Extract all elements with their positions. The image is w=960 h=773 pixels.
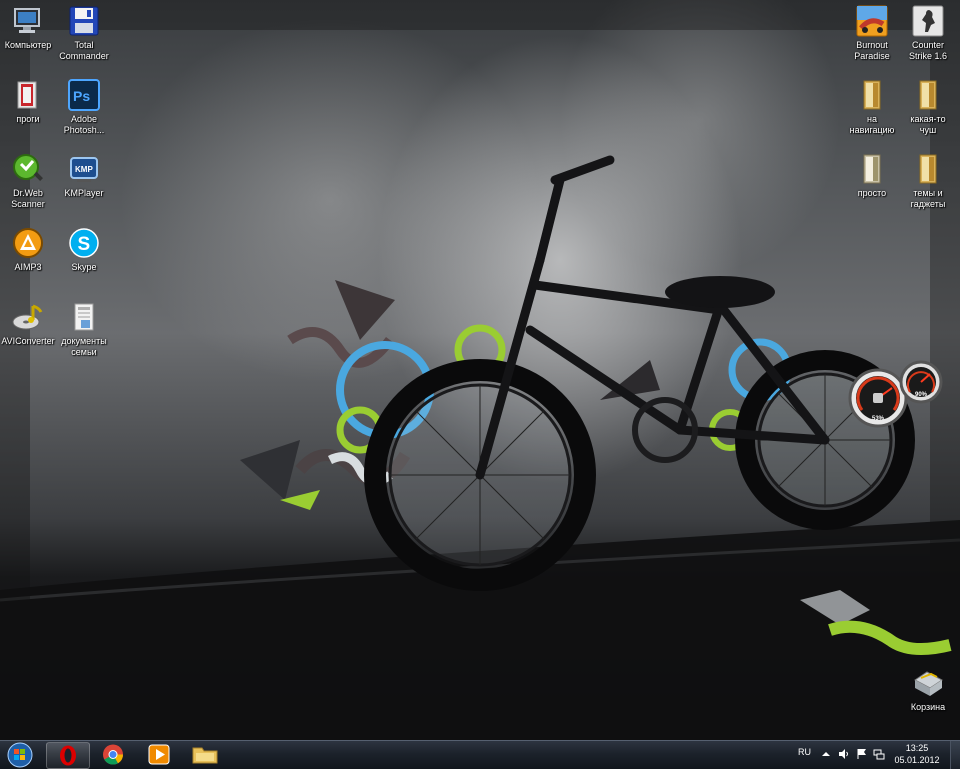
desktop-icon-recycle-bin[interactable]: Корзина — [892, 666, 960, 713]
disc-music-icon — [11, 300, 45, 334]
folder-documents-icon — [67, 300, 101, 334]
desktop-icon-label: Корзина — [910, 702, 946, 712]
media-player-icon — [148, 744, 170, 765]
wallpaper-image — [0, 0, 960, 740]
chrome-icon — [103, 744, 124, 765]
taskbar-explorer-button[interactable] — [184, 742, 226, 767]
taskbar-opera-button[interactable] — [46, 742, 90, 769]
taskbar-media-player-button[interactable] — [138, 742, 180, 767]
desktop-icon-label: какая-то чуш — [910, 114, 946, 135]
desktop-icon-family-docs[interactable]: документы семьи — [48, 300, 120, 358]
desktop-icon-label: KMPlayer — [64, 188, 104, 198]
taskbar-chrome-button[interactable] — [92, 742, 134, 767]
desktop-icon-photoshop[interactable]: Ps Adobe Photosh... — [48, 78, 120, 136]
svg-text:Ps: Ps — [73, 88, 90, 104]
gauge-dials — [848, 360, 943, 428]
desktop-icon-counter-strike[interactable]: Counter Strike 1.6 — [892, 4, 960, 62]
network-icon[interactable] — [873, 748, 885, 760]
folder-icon — [855, 152, 889, 186]
memory-percent-text: 90% — [915, 392, 928, 398]
action-center-flag-icon[interactable] — [856, 748, 868, 760]
language-indicator[interactable]: RU — [798, 747, 811, 757]
folder-icon — [855, 78, 889, 112]
clock-date: 05.01.2012 — [894, 755, 940, 765]
taskbar: RU 13:25 05.01.2012 — [0, 740, 960, 769]
floppy-disk-icon — [67, 4, 101, 38]
desktop-icon-total-commander[interactable]: Total Commander — [48, 4, 120, 62]
desktop-icon-label: Skype — [71, 262, 97, 272]
desktop-icon-label: Adobe Photosh... — [63, 114, 105, 135]
folder-icon — [192, 747, 218, 764]
kmplayer-icon: KMP — [67, 152, 101, 186]
desktop-icon-label: Counter Strike 1.6 — [908, 40, 948, 61]
desktop-icon-skype[interactable]: S Skype — [48, 226, 120, 273]
folder-icon — [911, 152, 945, 186]
folder-icon — [911, 78, 945, 112]
desktop-icon-label: документы семьи — [61, 336, 107, 357]
desktop[interactable]: Компьютер проги Dr.Web Scanner AIMP3 AVI… — [0, 0, 960, 740]
show-desktop-button[interactable] — [950, 741, 960, 769]
clock-time: 13:25 — [905, 743, 929, 753]
system-clock[interactable]: 13:25 05.01.2012 — [890, 742, 944, 766]
aimp-icon — [11, 226, 45, 260]
counter-strike-icon — [911, 4, 945, 38]
desktop-icon-label: Total Commander — [59, 40, 109, 61]
skype-icon: S — [67, 226, 101, 260]
drweb-icon — [11, 152, 45, 186]
opera-icon — [60, 745, 76, 766]
desktop-icon-some-stuff-folder[interactable]: какая-то чуш — [892, 78, 960, 136]
cpu-meter-gadget[interactable]: 53% 90% — [848, 360, 943, 432]
burnout-paradise-icon — [855, 4, 889, 38]
volume-icon[interactable] — [838, 748, 850, 760]
cpu-percent-text: 53% — [872, 416, 885, 422]
folder-red-icon — [11, 78, 45, 112]
svg-text:S: S — [78, 234, 91, 255]
photoshop-icon: Ps — [67, 78, 101, 112]
show-hidden-icons-arrow-icon[interactable] — [820, 748, 832, 760]
svg-text:KMP: KMP — [75, 165, 93, 174]
windows-logo-icon — [7, 742, 33, 768]
desktop-icon-label: темы и гаджеты — [910, 188, 946, 209]
start-button[interactable] — [3, 742, 37, 768]
desktop-icon-themes-gadgets[interactable]: темы и гаджеты — [892, 152, 960, 210]
computer-icon — [11, 4, 45, 38]
recycle-bin-icon — [911, 666, 945, 700]
desktop-icon-kmplayer[interactable]: KMP KMPlayer — [48, 152, 120, 199]
